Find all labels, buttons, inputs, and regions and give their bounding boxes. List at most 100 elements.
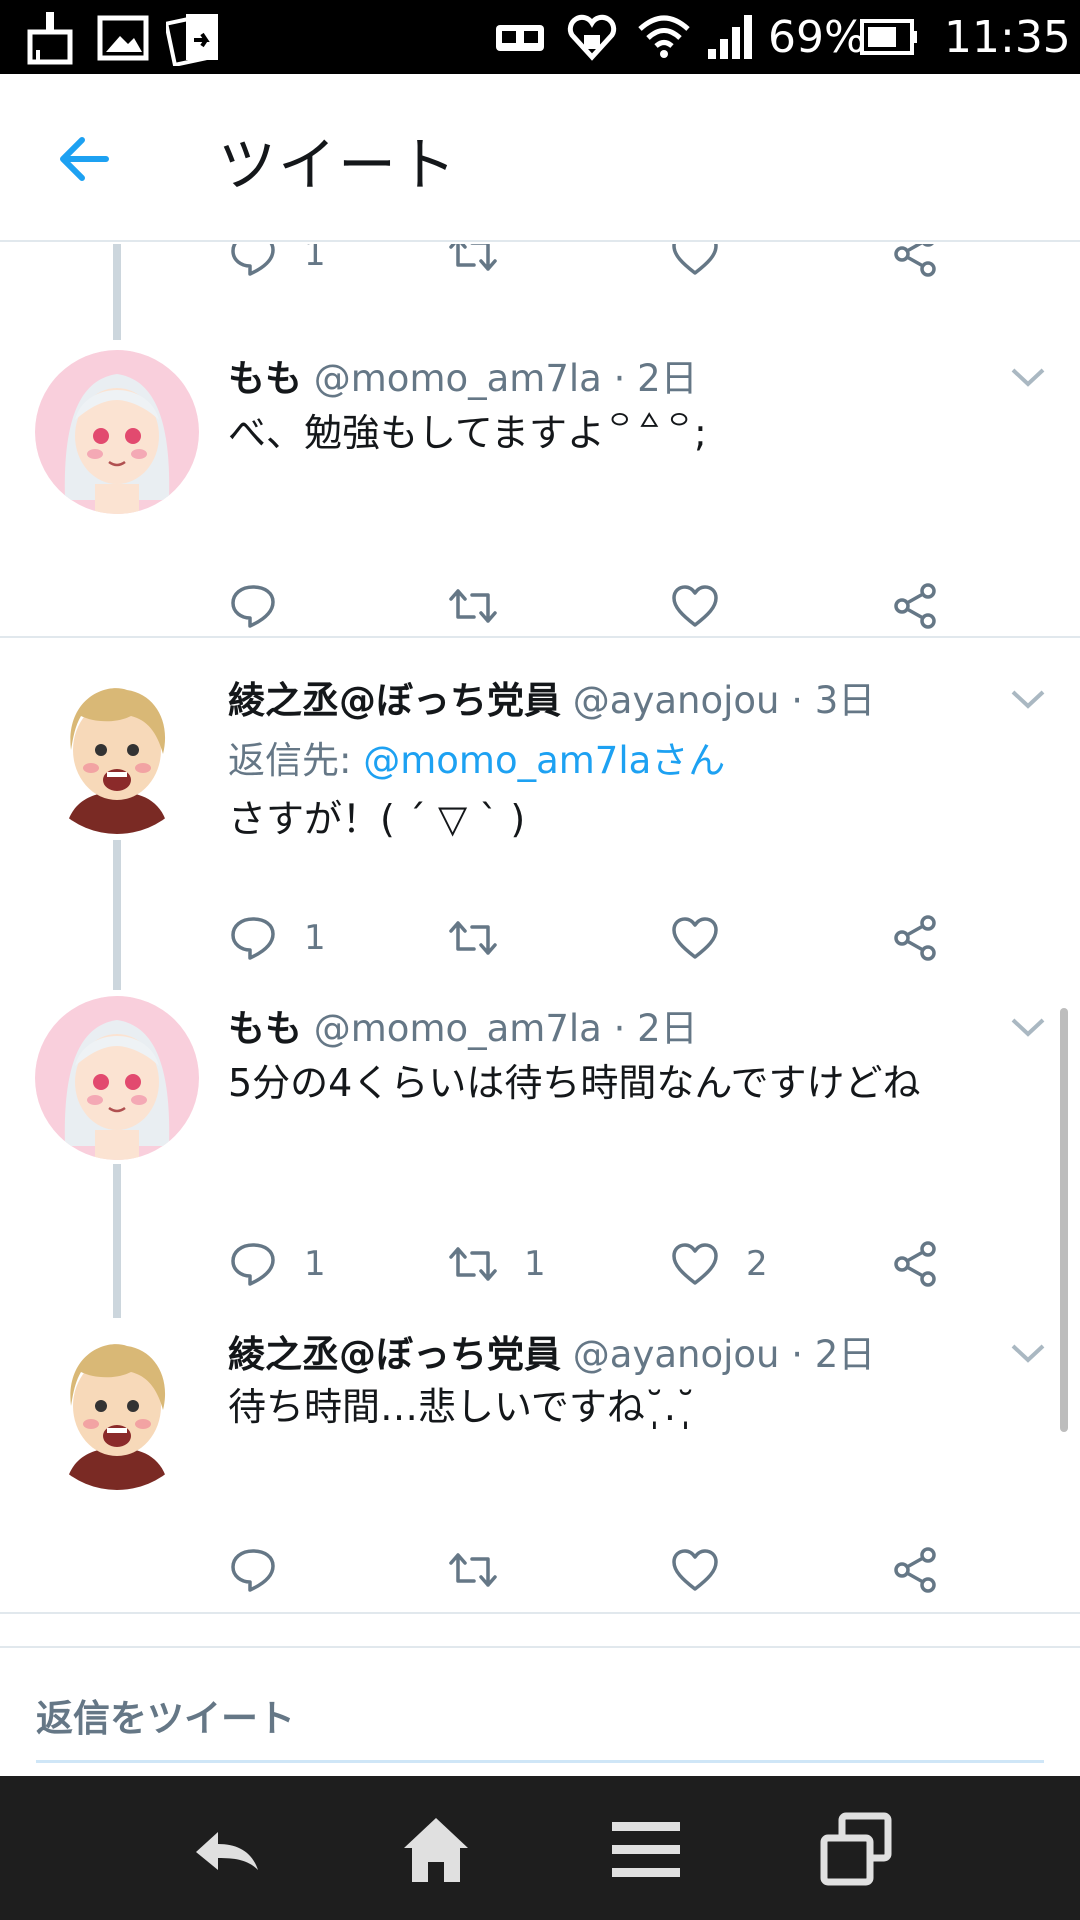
tweet-actions-partial: 1 xyxy=(228,244,988,284)
menu-nav-icon[interactable] xyxy=(608,1812,684,1888)
reply-input[interactable]: 返信をツイート xyxy=(36,1688,295,1742)
tweet[interactable]: もも @momo_am7la · 2日 べ、勉強もしてますよ꒪꒫꒪; xyxy=(0,340,1080,640)
avatar[interactable] xyxy=(35,350,199,514)
retweet-button[interactable] xyxy=(448,576,524,636)
user-handle[interactable]: @ayanojou xyxy=(573,1333,780,1376)
reply-button[interactable]: 1 xyxy=(228,244,326,284)
like-button[interactable] xyxy=(670,244,720,284)
timestamp[interactable]: 2日 xyxy=(637,1007,698,1050)
avatar-ayanojou xyxy=(35,1326,199,1490)
share-icon xyxy=(894,244,936,277)
avatar-ayanojou xyxy=(35,670,199,834)
like-button[interactable] xyxy=(670,576,746,636)
chevron-down-icon[interactable] xyxy=(1010,1016,1046,1038)
display-name[interactable]: 綾之丞@ぼっち党員 xyxy=(228,679,561,722)
tweet[interactable]: もも @momo_am7la · 2日 5分の4くらいは待ち時間なんですけどね … xyxy=(0,992,1080,1318)
retweet-button[interactable] xyxy=(448,908,524,968)
reply-count: 1 xyxy=(304,1244,326,1284)
chevron-down-icon[interactable] xyxy=(1010,366,1046,388)
retweet-button[interactable]: 1 xyxy=(448,1234,546,1294)
like-button[interactable]: 2 xyxy=(670,1234,768,1294)
user-handle[interactable]: @momo_am7la xyxy=(314,1007,602,1050)
retweet-icon xyxy=(449,589,497,623)
tweet-header: 綾之丞@ぼっち党員 @ayanojou · 2日 xyxy=(228,1324,875,1378)
avatar[interactable] xyxy=(35,670,199,834)
reply-button[interactable]: 1 xyxy=(228,908,326,968)
reply-button[interactable]: 1 xyxy=(228,1234,326,1294)
divider xyxy=(0,1612,1080,1614)
recents-nav-icon[interactable] xyxy=(818,1812,894,1888)
status-bar: 69% 11:35 xyxy=(0,0,1080,74)
tweet-actions: 1 1 2 xyxy=(228,1234,988,1294)
like-count: 2 xyxy=(746,1244,768,1284)
reply-button[interactable] xyxy=(228,576,304,636)
reply-icon xyxy=(231,244,275,276)
reply-button[interactable] xyxy=(228,1540,304,1600)
signal-icon xyxy=(708,15,752,59)
share-button[interactable] xyxy=(890,908,940,968)
reply-to-mention[interactable]: @momo_am7laさん xyxy=(363,739,725,782)
reply-to-line: 返信先: @momo_am7laさん xyxy=(228,730,725,784)
share-icon xyxy=(894,915,936,961)
scrollbar[interactable] xyxy=(1060,1008,1068,1432)
share-button[interactable] xyxy=(890,576,940,636)
display-name[interactable]: もも xyxy=(228,1007,302,1050)
retweet-icon xyxy=(449,921,497,955)
chevron-down-icon[interactable] xyxy=(1010,1342,1046,1364)
tweet-actions xyxy=(228,1540,988,1600)
reply-composer[interactable]: 返信をツイート xyxy=(0,1646,1080,1776)
reply-count: 1 xyxy=(304,244,326,274)
thread-line xyxy=(113,1164,121,1318)
timestamp[interactable]: 2日 xyxy=(637,357,698,400)
share-button[interactable] xyxy=(890,1540,940,1600)
retweet-icon xyxy=(449,1247,497,1281)
separator-dot: · xyxy=(613,357,626,400)
retweet-button[interactable] xyxy=(448,244,498,284)
display-name[interactable]: 綾之丞@ぼっち党員 xyxy=(228,1333,561,1376)
tweet-header: 綾之丞@ぼっち党員 @ayanojou · 3日 xyxy=(228,670,875,724)
display-name[interactable]: もも xyxy=(228,357,302,400)
share-icon xyxy=(894,1241,936,1287)
user-handle[interactable]: @ayanojou xyxy=(573,679,780,722)
retweet-button[interactable] xyxy=(448,1540,524,1600)
share-button[interactable] xyxy=(890,244,940,284)
share-button[interactable] xyxy=(890,1234,940,1294)
separator-dot: · xyxy=(613,1007,626,1050)
tweet-actions xyxy=(228,576,988,636)
reply-to-label: 返信先: xyxy=(228,739,352,782)
separator-dot: · xyxy=(791,679,803,722)
tweet[interactable]: 綾之丞@ぼっち党員 @ayanojou · 3日 返信先: @momo_am7l… xyxy=(0,664,1080,992)
like-button[interactable] xyxy=(670,908,746,968)
retweet-icon xyxy=(449,1553,497,1587)
home-nav-icon[interactable] xyxy=(398,1812,474,1888)
thread-line xyxy=(113,244,121,340)
heart-icon xyxy=(672,244,718,275)
retweet-icon xyxy=(449,244,497,271)
user-handle[interactable]: @momo_am7la xyxy=(314,357,602,400)
arrow-left-icon[interactable] xyxy=(50,124,120,194)
cleaner-icon xyxy=(27,12,73,65)
heart-icon xyxy=(672,585,718,627)
back-nav-icon[interactable] xyxy=(188,1812,264,1888)
heart-icon xyxy=(672,1549,718,1591)
like-button[interactable] xyxy=(670,1540,746,1600)
tweet[interactable]: 綾之丞@ぼっち党員 @ayanojou · 2日 待ち時間…悲しいですね˘̩̩̩… xyxy=(0,1318,1080,1618)
clock: 11:35 xyxy=(944,11,1071,63)
tweet-actions: 1 xyxy=(228,908,988,968)
thread-line xyxy=(113,840,121,990)
battery-percent: 69% xyxy=(768,11,866,63)
reply-icon xyxy=(231,1243,275,1286)
reply-count: 1 xyxy=(304,918,326,958)
wifi-icon xyxy=(638,15,690,58)
timestamp[interactable]: 2日 xyxy=(815,1333,876,1376)
share-icon xyxy=(894,1547,936,1593)
tweet-text: べ、勉強もしてますよ꒪꒫꒪; xyxy=(228,411,707,455)
tweet-text: 5分の4くらいは待ち時間なんですけどね xyxy=(228,1061,921,1105)
avatar[interactable] xyxy=(35,1326,199,1490)
chevron-down-icon[interactable] xyxy=(1010,688,1046,710)
reply-icon xyxy=(231,1549,275,1592)
tweet-thread[interactable]: 1 もも @momo_am7la · 2日 べ、勉強もしてますよ꒪꒫꒪; 綾之丞… xyxy=(0,244,1080,1778)
avatar[interactable] xyxy=(35,996,199,1160)
timestamp[interactable]: 3日 xyxy=(815,679,876,722)
system-nav-bar xyxy=(0,1776,1080,1920)
